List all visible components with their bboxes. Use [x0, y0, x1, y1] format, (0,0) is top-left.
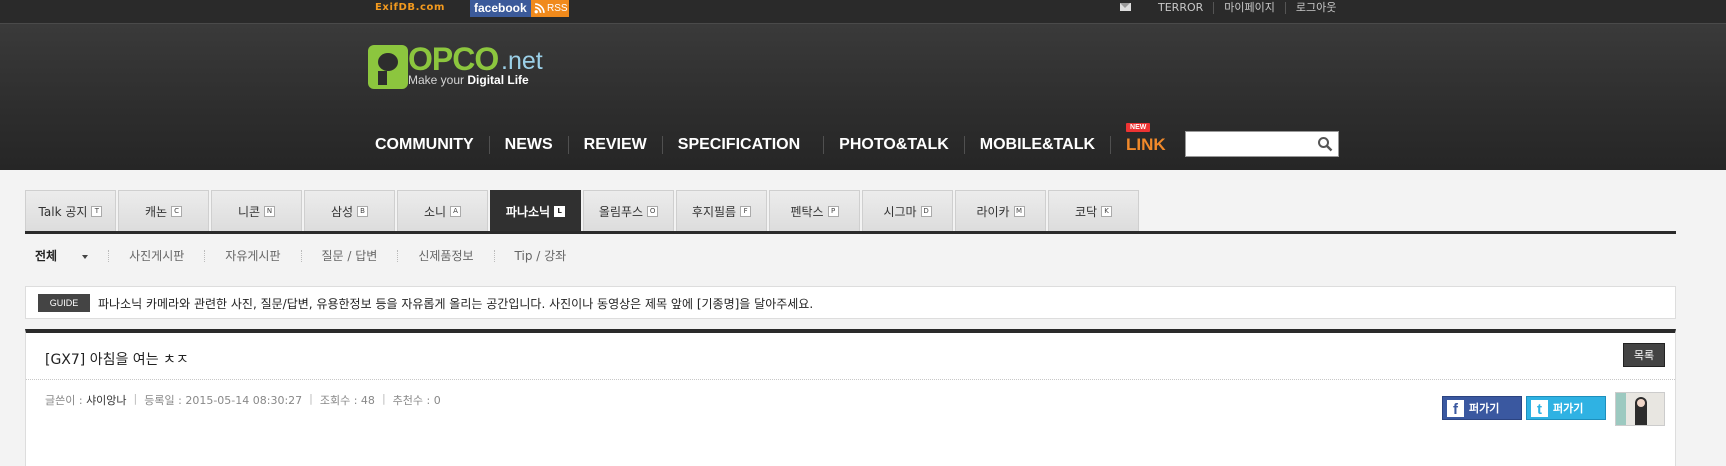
- main-nav: COMMUNITY NEWS REVIEW SPECIFICATION PHOT…: [365, 123, 1181, 160]
- facebook-link[interactable]: facebook: [470, 0, 531, 17]
- exifdb-link[interactable]: ExifDB.com: [375, 1, 445, 15]
- post-views: 조회수 : 48: [319, 394, 375, 407]
- guide-badge: GUIDE: [38, 294, 90, 312]
- guide-text: 파나소닉 카메라와 관련한 사진, 질문/답변, 유용한정보 등을 자유롭게 올…: [98, 297, 814, 311]
- tab-samsung[interactable]: 삼성 B: [304, 190, 395, 232]
- tab-sigma[interactable]: 시그마 D: [862, 190, 953, 232]
- nav-specification[interactable]: SPECIFICATION: [661, 136, 815, 154]
- facebook-icon: f: [1447, 400, 1464, 418]
- logo-net: .net: [501, 47, 543, 75]
- logo-tagline: Make your Digital Life: [408, 73, 529, 87]
- twitter-icon: t: [1531, 400, 1548, 418]
- nav-link[interactable]: NEW LINK: [1110, 123, 1181, 154]
- post-view: [GX7] 아침을 여는 ㅊㅈ 목록 글쓴이 : 샤이앙나 | 등록일 : 20…: [25, 329, 1676, 466]
- tab-pentax[interactable]: 펜탁스 P: [769, 190, 860, 232]
- user-link-nickname[interactable]: TERROR: [1148, 2, 1213, 14]
- new-badge: NEW: [1126, 123, 1151, 132]
- rss-label: RSS: [547, 3, 568, 14]
- post-date: 등록일 : 2015-05-14 08:30:27: [144, 394, 303, 407]
- tab-panasonic[interactable]: 파나소닉 L: [490, 190, 581, 232]
- tab-nikon[interactable]: 니콘 N: [211, 190, 302, 232]
- rss-icon: [534, 3, 545, 14]
- rss-link[interactable]: RSS: [531, 0, 569, 17]
- nav-review[interactable]: REVIEW: [567, 136, 662, 154]
- tab-sony[interactable]: 소니 A: [397, 190, 488, 232]
- avatar[interactable]: [1615, 392, 1665, 426]
- subtab-qna[interactable]: 질문 / 답변: [300, 250, 398, 262]
- post-title: [GX7] 아침을 여는 ㅊㅈ: [45, 352, 189, 368]
- tab-talk-notice[interactable]: Talk 공지 T: [25, 190, 116, 232]
- tab-canon[interactable]: 캐논 C: [118, 190, 209, 232]
- brand-tabs: Talk 공지 T 캐논 C 니콘 N 삼성 B 소니 A 파나소닉 L 올림푸스 O 후지필…: [25, 190, 1141, 232]
- subtab-free-board[interactable]: 자유게시판: [204, 250, 300, 262]
- share-facebook-button[interactable]: f 퍼가기: [1442, 396, 1522, 420]
- divider: [26, 379, 1675, 380]
- nav-community[interactable]: COMMUNITY: [365, 136, 489, 154]
- tab-olympus[interactable]: 올림푸스 O: [583, 190, 674, 232]
- sub-tabs: 전체 사진게시판 자유게시판 질문 / 답변 신제품정보 Tip / 강좌: [35, 246, 586, 266]
- tab-leica[interactable]: 라이카 M: [955, 190, 1046, 232]
- search-icon[interactable]: [1317, 136, 1333, 152]
- site-header: OPCO .net Make your Digital Life COMMUNI…: [0, 24, 1726, 170]
- chevron-down-icon: [82, 254, 89, 259]
- author-label: 글쓴이 :: [45, 394, 83, 407]
- tab-fujifilm[interactable]: 후지필름 F: [676, 190, 767, 232]
- tab-underline: [25, 231, 1676, 234]
- guide-box: GUIDE 파나소닉 카메라와 관련한 사진, 질문/답변, 유용한정보 등을 …: [25, 286, 1676, 319]
- nav-link-label: LINK: [1126, 135, 1166, 154]
- nav-mobile-talk[interactable]: MOBILE&TALK: [963, 136, 1110, 154]
- subtab-photo-board[interactable]: 사진게시판: [108, 250, 204, 262]
- subtab-new-products[interactable]: 신제품정보: [397, 250, 493, 262]
- user-link-mypage[interactable]: 마이페이지: [1213, 2, 1285, 14]
- user-link-logout[interactable]: 로그아웃: [1284, 2, 1346, 14]
- subtab-all[interactable]: 전체: [35, 250, 108, 262]
- subtab-tips[interactable]: Tip / 강좌: [493, 250, 587, 262]
- user-links: TERROR 마이페이지 로그아웃: [1148, 0, 1346, 16]
- post-author[interactable]: 샤이앙나: [86, 392, 126, 408]
- post-meta: 글쓴이 : 샤이앙나 | 등록일 : 2015-05-14 08:30:27 |…: [45, 392, 441, 408]
- list-button[interactable]: 목록: [1623, 343, 1665, 367]
- site-logo[interactable]: OPCO .net Make your Digital Life: [368, 41, 558, 93]
- mail-icon[interactable]: [1120, 3, 1131, 11]
- logo-p-mark: [368, 45, 408, 89]
- post-recommend: 추천수 : 0: [392, 394, 441, 407]
- nav-photo-talk[interactable]: PHOTO&TALK: [823, 136, 964, 154]
- nav-news[interactable]: NEWS: [488, 136, 568, 154]
- share-twitter-button[interactable]: t 퍼가기: [1526, 396, 1606, 420]
- search-input[interactable]: [1185, 131, 1339, 157]
- top-bar: ExifDB.com facebook RSS TERROR 마이페이지 로그아…: [0, 0, 1726, 24]
- tab-kodak[interactable]: 코닥 K: [1048, 190, 1139, 232]
